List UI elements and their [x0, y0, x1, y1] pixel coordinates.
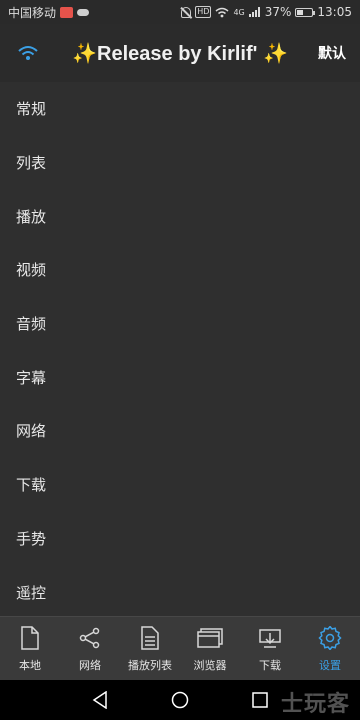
tab-label: 下载 [259, 658, 281, 672]
recents-button[interactable] [248, 688, 272, 712]
tab-local[interactable]: 本地 [0, 617, 60, 680]
document-list-icon [137, 625, 163, 651]
battery-fill [297, 9, 304, 15]
default-button[interactable]: 默认 [318, 43, 346, 63]
tab-label: 网络 [79, 658, 101, 672]
tab-label: 播放列表 [128, 658, 172, 672]
network-type-label: 4G [233, 7, 245, 17]
settings-item-label: 常规 [16, 100, 47, 119]
settings-item-label: 视频 [16, 261, 47, 280]
settings-item-gestures[interactable]: 手势 [0, 512, 360, 566]
file-icon [17, 625, 43, 651]
settings-list: 常规 列表 播放 视频 音频 字幕 网络 下载 手势 遥控 [0, 82, 360, 619]
back-triangle-icon [92, 691, 107, 709]
settings-item-video[interactable]: 视频 [0, 243, 360, 297]
share-icon [77, 625, 103, 651]
tab-label: 浏览器 [193, 658, 227, 672]
gear-icon [317, 625, 343, 651]
settings-item-download[interactable]: 下载 [0, 458, 360, 512]
browser-window-icon [197, 625, 223, 651]
back-button[interactable] [88, 688, 112, 712]
page-title: ✨Release by Kirlif' ✨ [72, 42, 288, 65]
mute-icon [181, 6, 192, 18]
settings-item-label: 下载 [16, 476, 47, 495]
tab-settings[interactable]: 设置 [300, 617, 360, 680]
settings-item-list[interactable]: 列表 [0, 136, 360, 190]
wifi-remote-button[interactable] [14, 39, 42, 67]
settings-item-label: 字幕 [16, 368, 47, 387]
settings-item-general[interactable]: 常规 [0, 82, 360, 136]
hd-badge: HD [195, 6, 212, 18]
home-button[interactable] [168, 688, 192, 712]
wifi-icon [18, 46, 38, 60]
settings-item-label: 遥控 [16, 583, 47, 602]
download-tray-icon [257, 625, 283, 651]
settings-item-label: 列表 [16, 154, 47, 173]
battery-icon [295, 7, 316, 17]
settings-item-label: 音频 [16, 315, 47, 334]
settings-item-label: 手势 [16, 529, 47, 548]
settings-item-remote[interactable]: 遥控 [0, 565, 360, 619]
tab-playlist[interactable]: 播放列表 [120, 617, 180, 680]
bottom-nav: 本地 网络 播放列表 浏览器 下载 设置 [0, 616, 360, 680]
heart-notification-icon [60, 6, 74, 18]
status-left: 中国移动 [8, 4, 90, 21]
signal-bars-icon [248, 7, 260, 17]
wifi-status-icon [215, 7, 229, 17]
tab-download[interactable]: 下载 [240, 617, 300, 680]
status-bar: 中国移动 HD 4G 37% 13:05 [0, 0, 360, 24]
tab-browser[interactable]: 浏览器 [180, 617, 240, 680]
settings-item-label: 播放 [16, 207, 47, 226]
settings-item-network[interactable]: 网络 [0, 404, 360, 458]
settings-item-label: 网络 [16, 422, 47, 441]
tab-label: 设置 [319, 658, 341, 672]
tab-network[interactable]: 网络 [60, 617, 120, 680]
recents-square-icon [252, 692, 268, 708]
header-bar: ✨Release by Kirlif' ✨ 默认 [0, 24, 360, 82]
status-right: HD 4G 37% 13:05 [181, 5, 352, 19]
tab-label: 本地 [19, 658, 41, 672]
watermark-text: 士玩客 [280, 692, 350, 717]
battery-percent: 37% [264, 5, 292, 19]
home-circle-icon [171, 691, 189, 709]
settings-item-playback[interactable]: 播放 [0, 189, 360, 243]
settings-item-audio[interactable]: 音频 [0, 297, 360, 351]
carrier-name: 中国移动 [8, 5, 57, 20]
settings-item-subtitles[interactable]: 字幕 [0, 350, 360, 404]
clock: 13:05 [317, 5, 352, 19]
cloud-notification-icon [77, 8, 90, 16]
